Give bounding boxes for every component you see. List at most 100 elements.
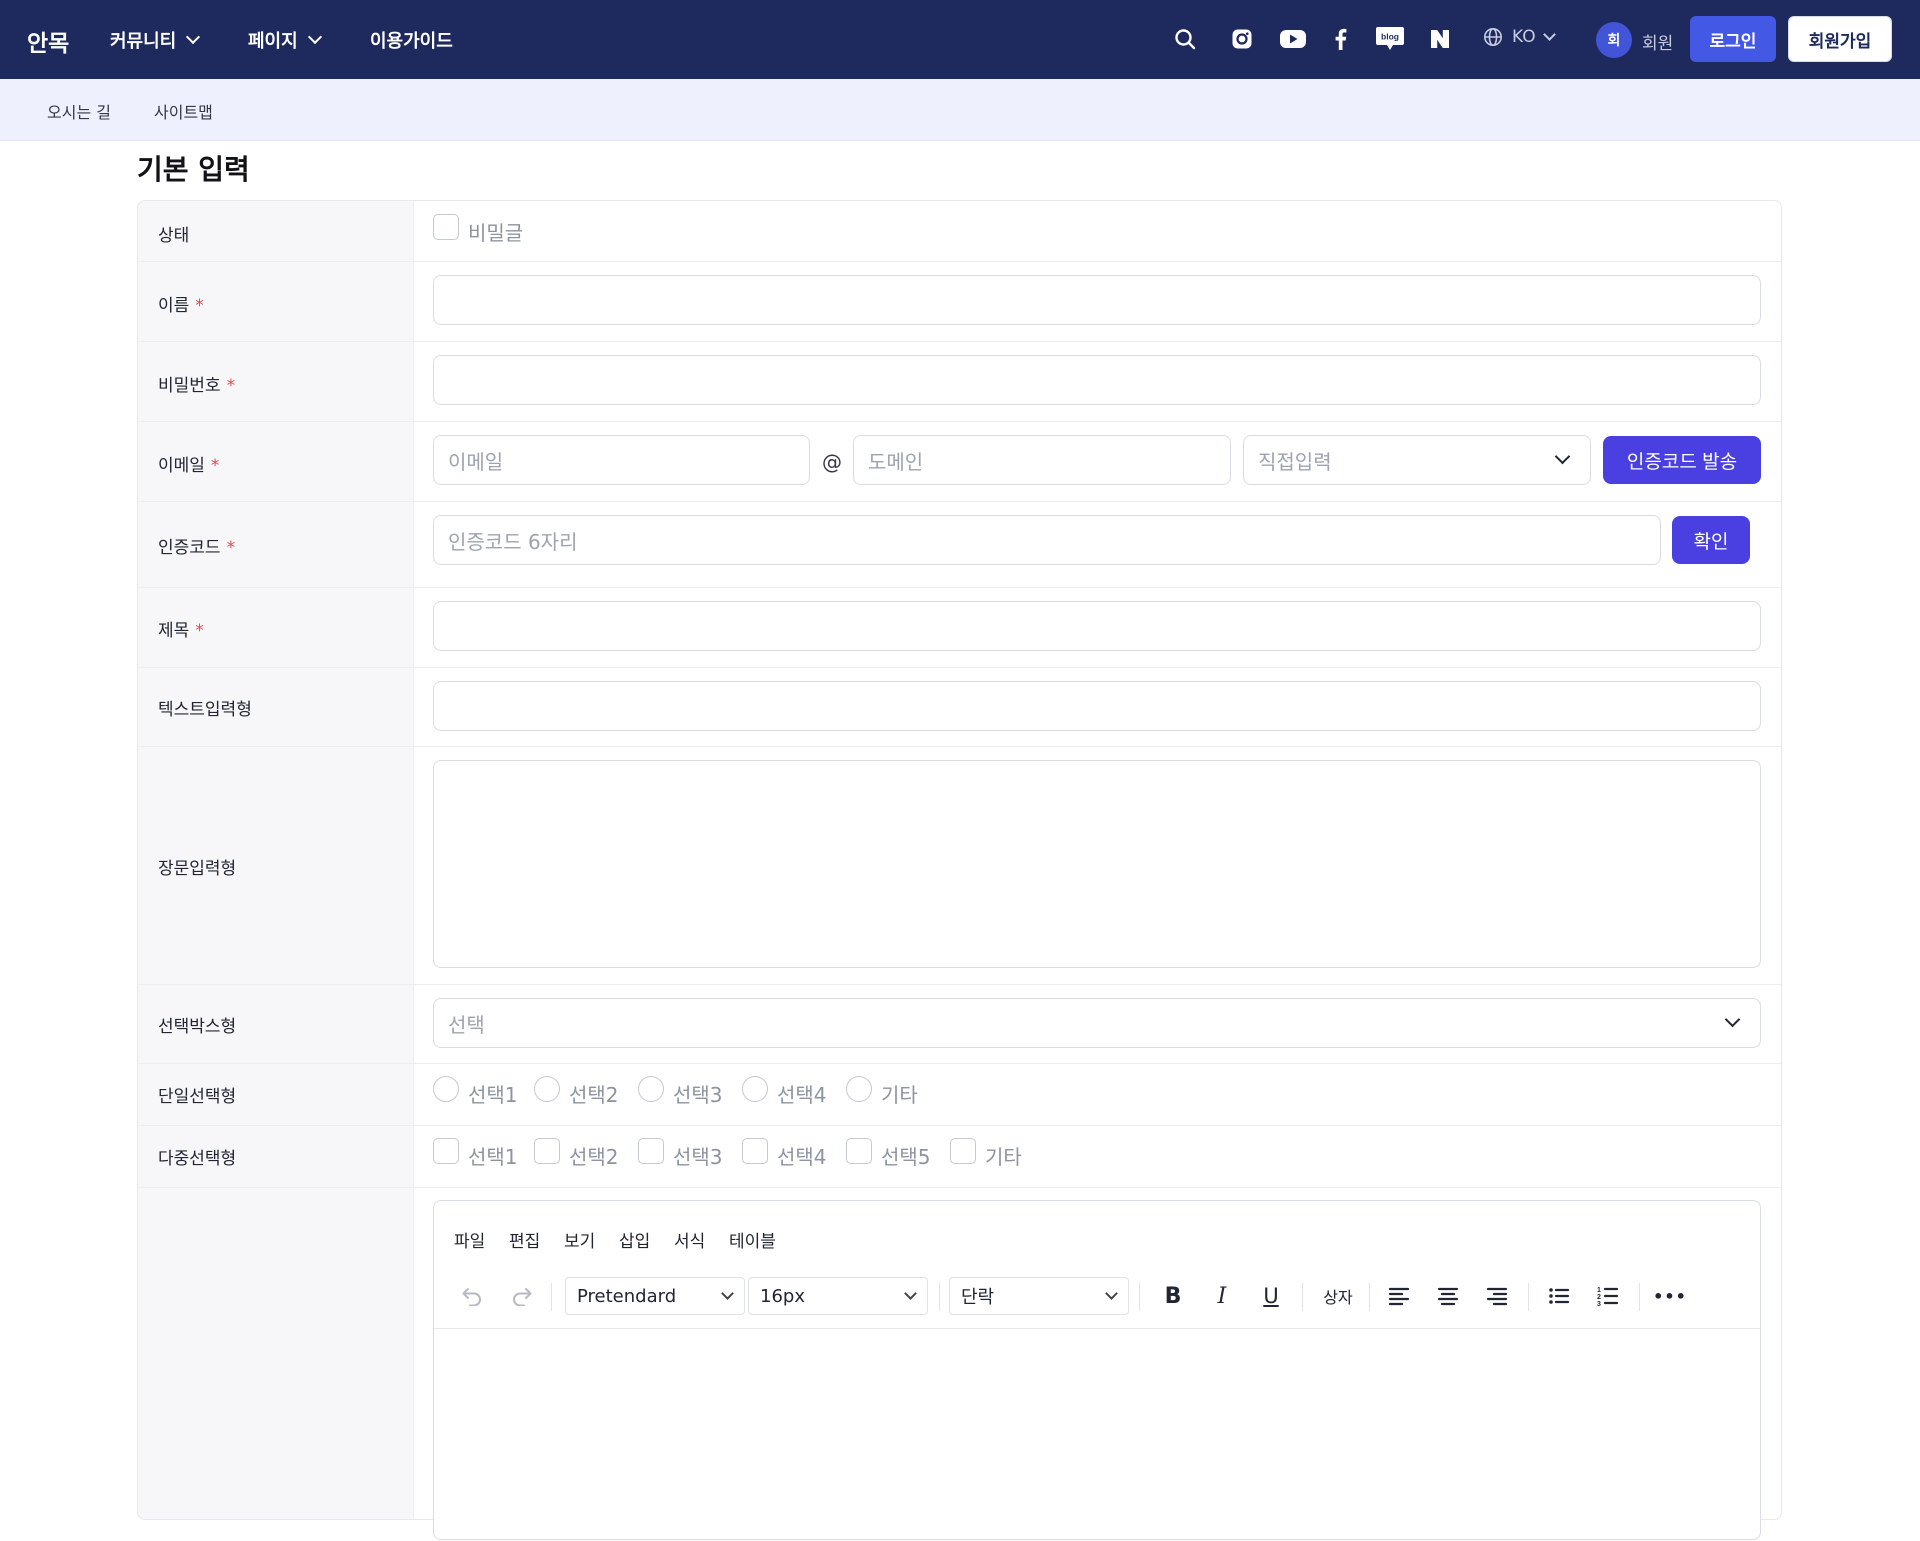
- editor-menu-file[interactable]: 파일: [454, 1227, 485, 1252]
- radio-option-3[interactable]: [638, 1076, 664, 1102]
- password-input[interactable]: [433, 355, 1761, 405]
- bullet-list-icon[interactable]: [1542, 1281, 1576, 1311]
- row-divider: [138, 341, 1781, 342]
- checkbox-option-2[interactable]: [534, 1138, 560, 1164]
- block-format-value: 단락: [961, 1287, 995, 1308]
- instagram-icon[interactable]: [1227, 24, 1257, 54]
- block-format-select[interactable]: 단락: [949, 1277, 1129, 1315]
- confirm-button[interactable]: 확인: [1672, 516, 1750, 564]
- auth-code-input[interactable]: 인증코드 6자리: [433, 515, 1661, 565]
- checkbox-option-2-label: 선택2: [569, 1145, 619, 1169]
- join-button[interactable]: 회원가입: [1788, 16, 1892, 62]
- domain-select[interactable]: 직접입력: [1243, 435, 1591, 485]
- svg-text:3: 3: [1597, 1301, 1601, 1307]
- search-icon[interactable]: [1170, 24, 1200, 54]
- chevron-down-icon: [904, 1287, 917, 1300]
- subnav-sitemap[interactable]: 사이트맵: [154, 99, 213, 123]
- nav-guide[interactable]: 이용가이드: [370, 27, 453, 53]
- long-text-area[interactable]: [433, 760, 1761, 968]
- radio-option-4-label: 선택4: [777, 1083, 827, 1107]
- italic-button[interactable]: I: [1205, 1281, 1239, 1311]
- align-left-icon[interactable]: [1382, 1281, 1416, 1311]
- radio-option-other[interactable]: [846, 1076, 872, 1102]
- radio-option-other-label: 기타: [881, 1083, 918, 1107]
- nav-guide-label: 이용가이드: [370, 31, 453, 52]
- row-divider: [138, 1187, 1781, 1188]
- toolbar-divider: [1528, 1283, 1529, 1311]
- checkbox-option-1-label: 선택1: [468, 1145, 518, 1169]
- editor-menu-format[interactable]: 서식: [674, 1227, 705, 1252]
- subnav-directions[interactable]: 오시는 길: [47, 99, 111, 123]
- nav-community[interactable]: 커뮤니티: [110, 27, 201, 53]
- editor-content-area[interactable]: [434, 1329, 1760, 1541]
- nav-page[interactable]: 페이지: [248, 27, 322, 53]
- youtube-icon[interactable]: [1276, 24, 1310, 54]
- checkbox-option-other[interactable]: [950, 1138, 976, 1164]
- required-mark: *: [226, 538, 236, 558]
- editor-menu-insert[interactable]: 삽입: [619, 1227, 650, 1252]
- toolbar-divider: [551, 1283, 552, 1311]
- nav-page-label: 페이지: [248, 31, 298, 52]
- row-divider: [138, 984, 1781, 985]
- radio-option-3-label: 선택3: [673, 1083, 723, 1107]
- blog-icon-text: blog: [1381, 32, 1399, 42]
- radio-option-4[interactable]: [742, 1076, 768, 1102]
- site-logo[interactable]: 안목: [27, 24, 69, 58]
- blog-icon[interactable]: blog: [1374, 24, 1406, 54]
- name-input[interactable]: [433, 275, 1761, 325]
- numbered-list-icon[interactable]: 123: [1591, 1281, 1625, 1311]
- radio-option-2[interactable]: [534, 1076, 560, 1102]
- checkbox-option-1[interactable]: [433, 1138, 459, 1164]
- checkbox-option-4[interactable]: [742, 1138, 768, 1164]
- title-input[interactable]: [433, 601, 1761, 651]
- font-size-select[interactable]: 16px: [748, 1277, 928, 1315]
- toolbar-divider: [1302, 1283, 1303, 1311]
- svg-text:2: 2: [1597, 1294, 1601, 1301]
- chevron-down-icon: [1724, 1011, 1741, 1028]
- top-header: 안목 커뮤니티 페이지 이용가이드 blog KO 회 회원 로그인 회원가입: [0, 0, 1920, 79]
- checkbox-option-other-label: 기타: [985, 1145, 1022, 1169]
- member-label[interactable]: 회원: [1642, 29, 1673, 54]
- checkbox-option-5[interactable]: [846, 1138, 872, 1164]
- chevron-down-icon: [1542, 27, 1556, 41]
- sub-navigation: 오시는 길 사이트맵: [0, 79, 1920, 141]
- font-family-select[interactable]: Pretendard: [565, 1277, 745, 1315]
- text-input[interactable]: [433, 681, 1761, 731]
- editor-menu-view[interactable]: 보기: [564, 1227, 595, 1252]
- align-center-icon[interactable]: [1431, 1281, 1465, 1311]
- required-mark: *: [195, 621, 204, 641]
- avatar[interactable]: 회: [1596, 22, 1632, 58]
- align-right-icon[interactable]: [1480, 1281, 1514, 1311]
- radio-option-1[interactable]: [433, 1076, 459, 1102]
- secret-checkbox[interactable]: [433, 214, 459, 240]
- chevron-down-icon: [307, 29, 322, 45]
- row-divider: [138, 587, 1781, 588]
- globe-icon: [1484, 28, 1502, 46]
- email-id-input[interactable]: 이메일: [433, 435, 810, 485]
- email-label: 이메일 *: [158, 456, 220, 476]
- at-sign: @: [822, 450, 842, 474]
- send-code-button[interactable]: 인증코드 발송: [1603, 436, 1761, 484]
- toolbar-divider: [1139, 1283, 1140, 1311]
- select-box[interactable]: 선택: [433, 998, 1761, 1048]
- select-box-value: 선택: [448, 1012, 485, 1037]
- underline-button[interactable]: U: [1254, 1281, 1288, 1311]
- undo-icon[interactable]: [455, 1281, 489, 1311]
- naver-icon[interactable]: [1425, 24, 1455, 54]
- facebook-icon[interactable]: [1325, 24, 1355, 54]
- bold-button[interactable]: B: [1156, 1281, 1190, 1311]
- editor-menu-table[interactable]: 테이블: [729, 1227, 776, 1252]
- email-domain-input[interactable]: 도메인: [853, 435, 1231, 485]
- checkbox-option-3[interactable]: [638, 1138, 664, 1164]
- language-selector[interactable]: KO: [1483, 27, 1556, 47]
- more-options-icon[interactable]: •••: [1653, 1281, 1687, 1311]
- redo-icon[interactable]: [505, 1281, 539, 1311]
- nav-community-label: 커뮤니티: [110, 31, 177, 52]
- title-label: 제목 *: [158, 621, 204, 641]
- login-button[interactable]: 로그인: [1690, 16, 1776, 62]
- toolbar-divider: [1639, 1283, 1640, 1311]
- box-button[interactable]: 상자: [1316, 1281, 1360, 1311]
- required-mark: *: [195, 296, 204, 316]
- editor-menu-edit[interactable]: 편집: [509, 1227, 540, 1252]
- row-divider: [138, 261, 1781, 262]
